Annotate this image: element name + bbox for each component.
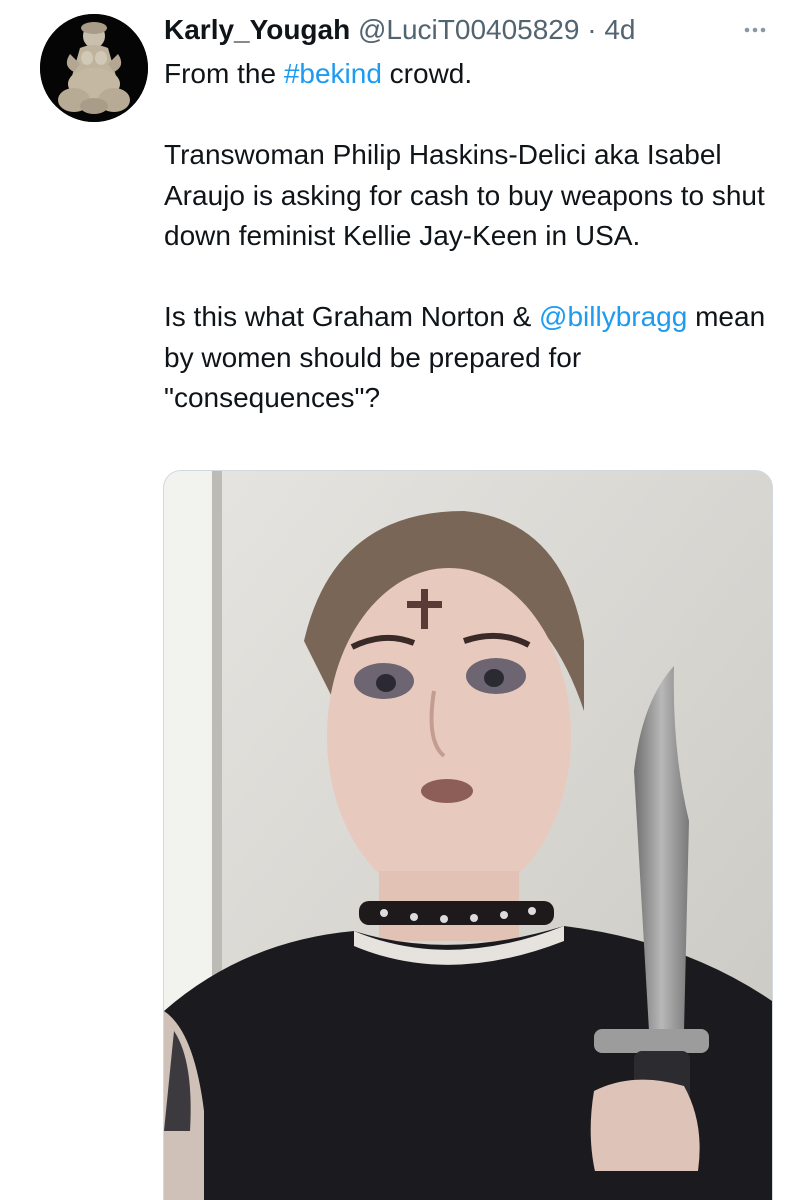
tweet-media-photo[interactable] [163, 470, 773, 1200]
tweet-paragraph-3: Is this what Graham Norton & @billybragg… [164, 297, 774, 419]
text-segment: Is this what Graham Norton & [164, 301, 540, 332]
avatar[interactable] [40, 14, 148, 122]
statue-avatar-icon [40, 14, 148, 122]
more-horizontal-icon [744, 27, 766, 33]
more-options-button[interactable] [739, 18, 775, 42]
tweet-header: Karly_Yougah @LuciT00405829 · 4d [164, 10, 731, 50]
text-segment: From the [164, 58, 284, 89]
tweet-paragraph-1: From the #bekind crowd. [164, 54, 774, 95]
separator-dot: · [587, 14, 597, 45]
author-handle[interactable]: @LuciT00405829 [358, 14, 579, 45]
hashtag-link[interactable]: #bekind [284, 58, 382, 89]
mention-link[interactable]: @billybragg [539, 301, 687, 332]
photo-person-with-knife [164, 471, 772, 1200]
text-segment: crowd. [381, 58, 473, 89]
author-display-name[interactable]: Karly_Yougah [164, 14, 350, 45]
tweet-card[interactable]: Karly_Yougah @LuciT00405829 · 4d From th… [0, 0, 811, 1200]
tweet-paragraph-2: Transwoman Philip Haskins-Delici aka Isa… [164, 139, 765, 251]
tweet-text: From the #bekind crowd. Transwoman Phili… [164, 54, 774, 419]
timestamp[interactable]: 4d [604, 14, 635, 45]
